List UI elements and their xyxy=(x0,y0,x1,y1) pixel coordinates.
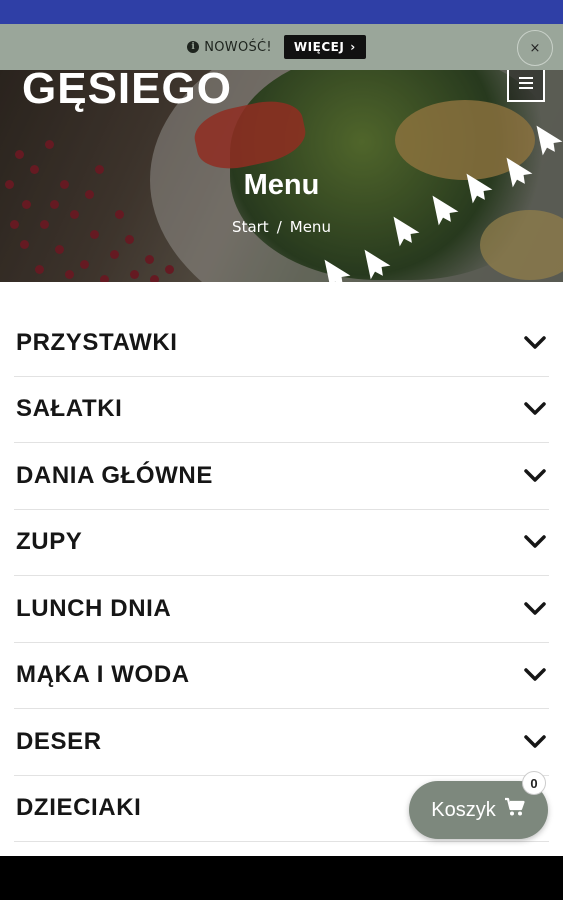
chevron-down-icon[interactable] xyxy=(523,730,547,754)
menu-category-item[interactable]: MĄKA I WODA xyxy=(14,643,549,709)
breadcrumb-current: Menu xyxy=(289,218,331,236)
chevron-down-icon[interactable] xyxy=(523,530,547,554)
menu-section: PRZYSTAWKI SAŁATKI DANIA GŁÓWNE ZUPY LUNCH D… xyxy=(0,282,563,856)
cart-icon xyxy=(504,797,526,823)
page-title: Menu xyxy=(243,169,320,201)
notice-bar: i NOWOŚĆ! WIĘCEJ › × xyxy=(0,24,563,70)
cart-button[interactable]: Koszyk 0 xyxy=(409,771,548,839)
status-strip xyxy=(0,0,563,24)
close-icon: × xyxy=(529,40,541,56)
notice-message: i NOWOŚĆ! xyxy=(187,40,272,55)
logo[interactable]: GĘSIEGO xyxy=(22,70,232,114)
hamburger-menu-button[interactable] xyxy=(507,70,545,102)
hero-banner: GĘSIEGO Menu Start / Menu xyxy=(0,70,563,282)
menu-icon-bar xyxy=(519,87,533,89)
cart-label: Koszyk xyxy=(431,798,496,821)
breadcrumb-home-link[interactable]: Start xyxy=(232,218,269,236)
menu-category-label: DANIA GŁÓWNE xyxy=(16,461,213,489)
chevron-down-icon[interactable] xyxy=(523,331,547,355)
close-notice-button[interactable]: × xyxy=(517,30,553,66)
menu-category-label: MĄKA I WODA xyxy=(16,661,190,689)
breadcrumb: Start / Menu xyxy=(0,218,563,236)
menu-category-item[interactable]: ZUPY xyxy=(14,510,549,576)
menu-category-item[interactable]: SAŁATKI xyxy=(14,377,549,443)
menu-category-label: DZIECIAKI xyxy=(16,794,142,822)
chevron-down-icon[interactable] xyxy=(523,464,547,488)
chevron-right-icon: › xyxy=(350,40,356,54)
cart-count-badge: 0 xyxy=(522,771,546,795)
menu-category-label: PRZYSTAWKI xyxy=(16,328,178,356)
menu-category-list: PRZYSTAWKI SAŁATKI DANIA GŁÓWNE ZUPY LUNCH D… xyxy=(14,282,549,842)
menu-category-item[interactable]: LUNCH DNIA xyxy=(14,576,549,643)
menu-category-label: DESER xyxy=(16,727,102,755)
more-button-label: WIĘCEJ xyxy=(293,40,345,54)
menu-category-label: SAŁATKI xyxy=(16,395,123,423)
info-icon: i xyxy=(187,41,200,53)
notice-text: NOWOŚĆ! xyxy=(204,39,272,55)
breadcrumb-separator: / xyxy=(276,218,282,236)
menu-icon-bar xyxy=(519,82,533,84)
chevron-down-icon[interactable] xyxy=(523,597,547,621)
menu-icon-bar xyxy=(519,77,533,79)
menu-category-label: LUNCH DNIA xyxy=(16,594,172,622)
chevron-down-icon[interactable] xyxy=(523,397,547,421)
menu-category-item[interactable]: DESER xyxy=(14,709,549,776)
notice-content: i NOWOŚĆ! WIĘCEJ › xyxy=(187,35,366,59)
menu-category-item[interactable]: DANIA GŁÓWNE xyxy=(14,443,549,510)
menu-category-item[interactable]: PRZYSTAWKI xyxy=(14,310,549,377)
menu-category-label: ZUPY xyxy=(16,528,83,556)
more-button[interactable]: WIĘCEJ › xyxy=(283,35,366,59)
chevron-down-icon[interactable] xyxy=(523,663,547,687)
